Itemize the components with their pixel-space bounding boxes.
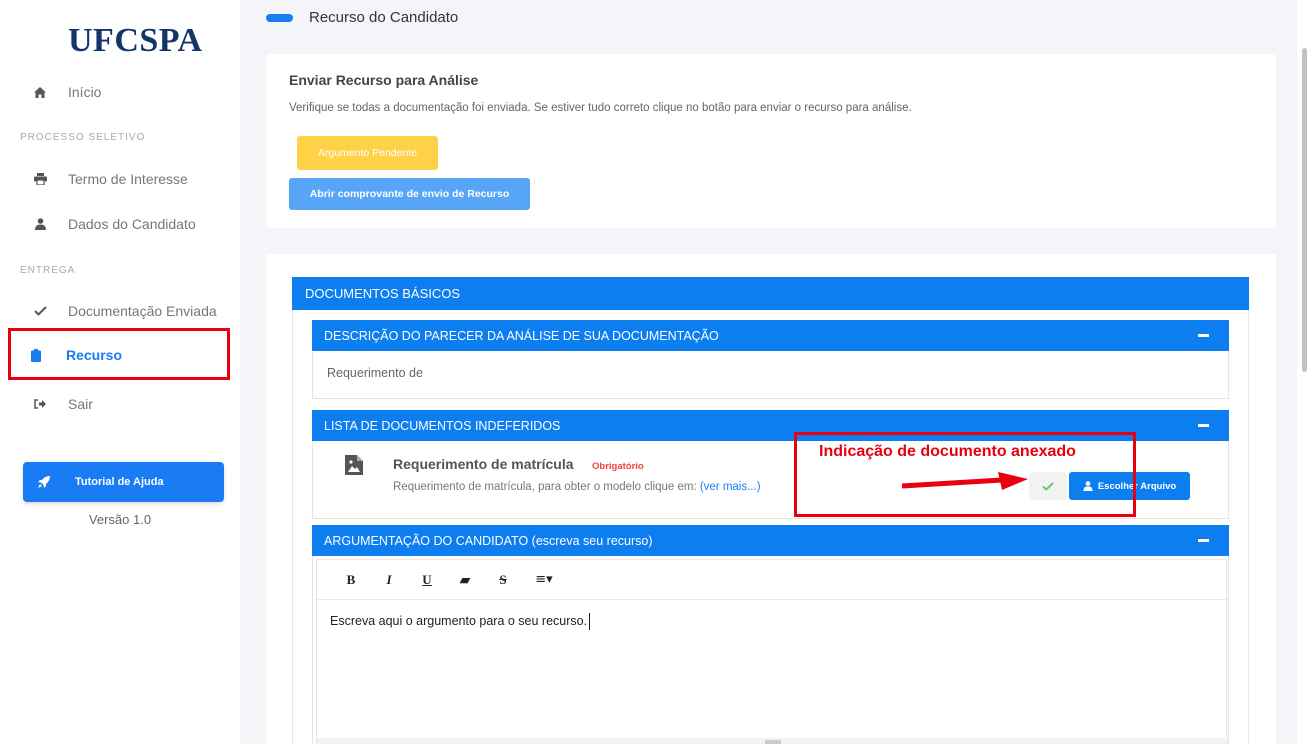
align-dropdown[interactable]: ≡▾ xyxy=(529,572,559,587)
editor-content[interactable]: Escreva aqui o argumento para o seu recu… xyxy=(330,613,591,630)
send-appeal-description: Verifique se todas a documentação foi en… xyxy=(289,102,912,114)
tutorial-button[interactable]: Tutorial de Ajuda xyxy=(23,462,224,502)
scrollbar-thumb[interactable] xyxy=(1302,48,1307,372)
send-appeal-card: Enviar Recurso para Análise Verifique se… xyxy=(266,54,1276,228)
annotation-text: Indicação de documento anexado xyxy=(819,443,1076,460)
annotation-arrow-icon xyxy=(902,472,1028,490)
open-receipt-button[interactable]: Abrir comprovante de envio de Recurso xyxy=(289,178,530,210)
page-scrollbar[interactable] xyxy=(1297,0,1309,744)
title-accent xyxy=(266,14,293,22)
page-title: Recurso do Candidato xyxy=(309,9,459,26)
opinion-text: Requerimento de xyxy=(327,366,423,380)
bold-button[interactable]: B xyxy=(339,572,363,588)
sign-out-icon xyxy=(32,396,48,412)
document-title: Requerimento de matrícula xyxy=(393,456,574,472)
user-icon xyxy=(32,216,48,232)
opinion-panel-title: DESCRIÇÃO DO PARECER DA ANÁLISE DE SUA D… xyxy=(324,328,719,343)
sidebar-item-dados[interactable]: Dados do Candidato xyxy=(0,211,240,237)
home-icon xyxy=(32,84,48,100)
sidebar-item-label: Termo de Interesse xyxy=(68,171,188,187)
section-label-entrega: ENTREGA xyxy=(20,265,76,276)
sidebar-item-label: Sair xyxy=(68,396,93,412)
version-label: Versão 1.0 xyxy=(88,512,152,527)
collapse-icon[interactable] xyxy=(1198,424,1209,427)
file-image-icon xyxy=(345,455,363,475)
document-description: Requerimento de matrícula, para obter o … xyxy=(393,481,761,493)
pending-argument-button[interactable]: Argumento Pendente xyxy=(297,136,438,170)
section-label-processo: PROCESSO SELETIVO xyxy=(20,132,146,143)
argument-panel-header[interactable]: ARGUMENTAÇÃO DO CANDIDATO (escreva seu r… xyxy=(312,525,1229,556)
argument-panel-body: B I U ▰ S ≡▾ Escreva aqui o argumento pa… xyxy=(312,556,1229,744)
tutorial-button-label: Tutorial de Ajuda xyxy=(75,476,164,488)
argument-panel-title: ARGUMENTAÇÃO DO CANDIDATO (escreva seu r… xyxy=(324,533,653,548)
editor-toolbar: B I U ▰ S ≡▾ xyxy=(317,560,1228,600)
required-badge: Obrigatório xyxy=(592,461,644,472)
editor-text: Escreva aqui o argumento para o seu recu… xyxy=(330,613,588,628)
eraser-button[interactable]: ▰ xyxy=(453,572,477,588)
collapse-icon[interactable] xyxy=(1198,539,1209,542)
sidebar-item-inicio[interactable]: Início xyxy=(0,79,240,105)
rich-text-editor: B I U ▰ S ≡▾ Escreva aqui o argumento pa… xyxy=(316,559,1228,744)
strikethrough-button[interactable]: S xyxy=(491,572,515,588)
annotation-box-recurso xyxy=(8,328,230,380)
print-icon xyxy=(32,171,48,187)
sidebar-item-label: Início xyxy=(68,84,102,100)
sidebar-item-documentacao[interactable]: Documentação Enviada xyxy=(0,298,240,324)
underline-button[interactable]: U xyxy=(415,572,439,588)
opinion-panel-header[interactable]: DESCRIÇÃO DO PARECER DA ANÁLISE DE SUA D… xyxy=(312,320,1229,351)
sidebar-item-termo[interactable]: Termo de Interesse xyxy=(0,166,240,192)
text-caret xyxy=(589,613,591,630)
sidebar-item-label: Dados do Candidato xyxy=(68,216,196,232)
check-icon xyxy=(32,303,48,319)
italic-button[interactable]: I xyxy=(377,572,401,588)
documents-section-header: DOCUMENTOS BÁSICOS xyxy=(292,277,1249,310)
opinion-panel-body: Requerimento de xyxy=(312,351,1229,399)
collapse-icon[interactable] xyxy=(1198,334,1209,337)
sidebar-item-label: Documentação Enviada xyxy=(68,303,217,319)
see-more-link[interactable]: (ver mais...) xyxy=(700,481,761,493)
resize-grip[interactable] xyxy=(765,740,781,744)
sidebar-item-sair[interactable]: Sair xyxy=(0,391,240,417)
document-description-text: Requerimento de matrícula, para obter o … xyxy=(393,481,700,493)
send-appeal-title: Enviar Recurso para Análise xyxy=(289,72,479,88)
rejected-panel-title: LISTA DE DOCUMENTOS INDEFERIDOS xyxy=(324,418,561,433)
rocket-icon xyxy=(37,475,51,489)
logo: UFCSPA xyxy=(68,22,203,59)
